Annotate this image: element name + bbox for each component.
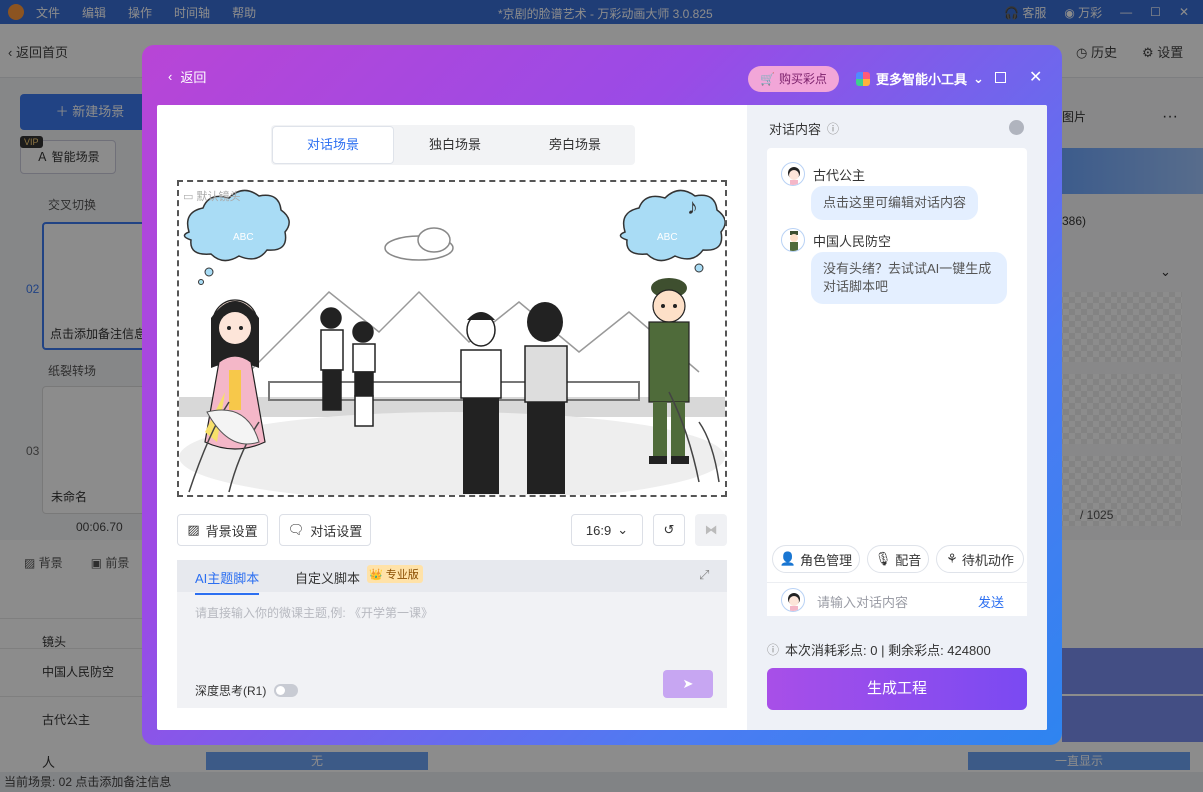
script-tabs: AI主题脚本 自定义脚本 👑 专业版 ⤢ bbox=[177, 560, 727, 595]
more-tools-label: 更多智能小工具 bbox=[876, 72, 968, 87]
pro-badge: 👑 专业版 bbox=[367, 565, 423, 583]
tab-custom-script[interactable]: 自定义脚本 bbox=[295, 568, 360, 587]
tab-narration-scene[interactable]: 旁白场景 bbox=[515, 125, 635, 165]
background-settings-button[interactable]: ▨ 背景设置 bbox=[177, 514, 268, 546]
cart-icon: 🛒 bbox=[760, 72, 775, 86]
close-icon[interactable]: ✕ bbox=[1029, 67, 1042, 87]
buy-points-label: 购买彩点 bbox=[778, 72, 827, 86]
dialog-input[interactable]: 请输入对话内容 bbox=[817, 592, 908, 611]
flip-icon: ⧓ bbox=[704, 522, 718, 537]
dialog-bubble[interactable]: 点击这里可编辑对话内容 bbox=[811, 186, 979, 220]
soldier-avatar[interactable] bbox=[781, 228, 805, 252]
reset-button[interactable]: ↺ bbox=[653, 514, 685, 546]
role-management-label: 角色管理 bbox=[800, 552, 853, 568]
idle-action-icon: ⚘ bbox=[946, 551, 958, 566]
dialog-icon: 🗨 bbox=[287, 522, 305, 537]
princess-avatar[interactable] bbox=[781, 588, 805, 612]
modal-back-button[interactable]: ‹ 返回 bbox=[168, 67, 206, 86]
points-cost: ⓘ 本次消耗彩点: 0 | 剩余彩点: 424800 bbox=[767, 640, 991, 659]
speech-bubble-right: ABC bbox=[619, 189, 725, 273]
bubble-text-right: ABC bbox=[657, 232, 678, 243]
background-settings-label: 背景设置 bbox=[205, 523, 258, 539]
user-icon: 👤 bbox=[779, 551, 797, 566]
aspect-ratio-value: 16:9 bbox=[585, 522, 612, 538]
dialog-settings-button[interactable]: 🗨 对话设置 bbox=[279, 514, 371, 546]
maximize-icon[interactable] bbox=[995, 72, 1006, 83]
chevron-left-icon: ‹ bbox=[168, 69, 173, 84]
buy-points-button[interactable]: 🛒 购买彩点 bbox=[748, 66, 839, 92]
scene-illustration: ABC ABC ♪ bbox=[179, 189, 725, 495]
chevron-down-icon: ⌄ bbox=[617, 522, 629, 537]
tab-monologue-scene[interactable]: 独白场景 bbox=[395, 125, 515, 165]
bubble-text-left: ABC bbox=[233, 232, 254, 243]
more-tools-dropdown[interactable]: 更多智能小工具 ⌄ bbox=[856, 69, 984, 88]
script-editor: AI主题脚本 自定义脚本 👑 专业版 ⤢ 请直接输入你的微课主题,例: 《开学第… bbox=[177, 560, 727, 708]
idle-action-label: 待机动作 bbox=[961, 552, 1014, 568]
dialog-editor: 对话内容 ⓘ 古代公主 点击这里可编辑对话内容 中国人民防空 没有头绪？去试试A… bbox=[747, 105, 1047, 730]
crown-icon: 👑 bbox=[369, 568, 383, 581]
camera-label-text: 默认镜头 bbox=[196, 191, 241, 203]
aspect-ratio-select[interactable]: 16:9 ⌄ bbox=[571, 514, 643, 546]
voiceover-label: 配音 bbox=[895, 552, 922, 568]
dialog-header-label: 对话内容 bbox=[769, 122, 822, 137]
tab-dialog-scene[interactable]: 对话场景 bbox=[272, 126, 394, 164]
dialog-bubble[interactable]: 没有头绪？去试试AI一键生成对话脚本吧 bbox=[811, 252, 1007, 304]
dialog-list: 古代公主 点击这里可编辑对话内容 中国人民防空 没有头绪？去试试AI一键生成对话… bbox=[767, 148, 1027, 616]
send-button[interactable]: 发送 bbox=[978, 592, 1004, 611]
music-note-icon: ♪ bbox=[687, 194, 698, 219]
flip-button[interactable]: ⧓ bbox=[695, 514, 727, 546]
ai-dialog-modal: ‹ 返回 🛒 购买彩点 更多智能小工具 ⌄ ✕ 对话场景 独白场景 旁白场景 ▭… bbox=[142, 45, 1062, 745]
scene-preview[interactable]: ▭ 默认镜头 ABC ABC ♪ bbox=[177, 180, 727, 497]
dialog-speaker-name: 中国人民防空 bbox=[813, 234, 892, 249]
tab-ai-script[interactable]: AI主题脚本 bbox=[195, 568, 260, 595]
microphone-icon: 🎙 bbox=[874, 551, 892, 566]
info-icon: ⓘ bbox=[767, 643, 780, 657]
dialog-settings-label: 对话设置 bbox=[310, 523, 363, 539]
dialog-speaker-name: 古代公主 bbox=[813, 168, 866, 183]
speech-bubble-left: ABC bbox=[183, 189, 290, 285]
points-cost-text: 本次消耗彩点: 0 | 剩余彩点: 424800 bbox=[785, 643, 991, 658]
send-arrow-icon: ➤ bbox=[682, 676, 694, 691]
generate-project-button[interactable]: 生成工程 bbox=[767, 668, 1027, 710]
dialog-input-bar: 请输入对话内容 发送 bbox=[767, 582, 1027, 616]
idle-action-button[interactable]: ⚘ 待机动作 bbox=[936, 545, 1024, 573]
deep-thinking-label: 深度思考(R1) bbox=[195, 684, 267, 698]
tools-grid-icon bbox=[856, 71, 870, 86]
topic-input[interactable]: 请直接输入你的微课主题,例: 《开学第一课》 bbox=[195, 604, 433, 621]
camera-label: ▭ 默认镜头 bbox=[183, 191, 241, 203]
info-icon[interactable]: ⓘ bbox=[827, 120, 839, 137]
modal-content: 对话场景 独白场景 旁白场景 ▭ 默认镜头 ABC ABC ♪ ▨ 背景设置 🗨… bbox=[157, 105, 1047, 730]
expand-icon[interactable]: ⤢ bbox=[699, 567, 709, 583]
clock-icon[interactable] bbox=[1009, 120, 1024, 135]
deep-thinking-toggle[interactable]: 深度思考(R1) bbox=[195, 682, 299, 699]
submit-topic-button[interactable]: ➤ bbox=[663, 670, 713, 698]
role-management-button[interactable]: 👤 角色管理 bbox=[772, 545, 860, 573]
toggle-switch[interactable] bbox=[274, 684, 299, 697]
chevron-down-icon: ⌄ bbox=[973, 70, 984, 86]
scene-type-tabs: 对话场景 独白场景 旁白场景 bbox=[271, 125, 635, 165]
voiceover-button[interactable]: 🎙 配音 bbox=[867, 545, 929, 573]
princess-avatar[interactable] bbox=[781, 162, 805, 186]
refresh-icon: ↺ bbox=[663, 522, 675, 537]
modal-back-label: 返回 bbox=[180, 70, 207, 85]
cloud-small bbox=[384, 227, 454, 261]
pro-badge-label: 专业版 bbox=[385, 569, 419, 581]
dialog-header: 对话内容 ⓘ bbox=[769, 119, 839, 138]
background-icon: ▨ bbox=[187, 522, 200, 537]
